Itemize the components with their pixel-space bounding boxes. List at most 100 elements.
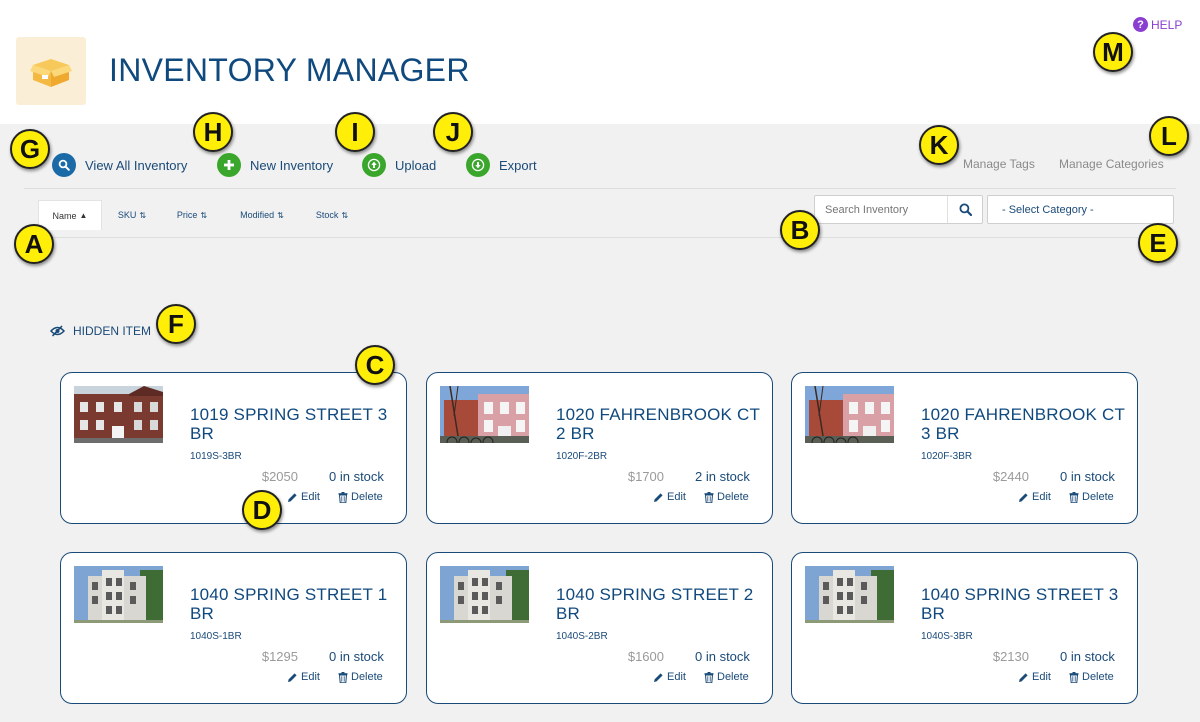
- property-photo[interactable]: [440, 386, 529, 443]
- card-stock: 0 in stock: [1060, 469, 1115, 484]
- callout-m: M: [1093, 32, 1133, 72]
- delete-label: Delete: [1082, 671, 1114, 683]
- edit-button[interactable]: Edit: [653, 491, 686, 503]
- search-box: [814, 195, 983, 224]
- sort-arrows-icon: ⇅: [200, 210, 208, 220]
- inventory-card[interactable]: 1020 FAHRENBROOK CT 2 BR 1020F-2BR $1700 2 …: [426, 372, 773, 524]
- delete-button[interactable]: Delete: [704, 671, 749, 683]
- callout-a: A: [14, 224, 54, 264]
- sort-tab-label: Price: [176, 210, 198, 220]
- inventory-card[interactable]: 1040 SPRING STREET 2 BR 1040S-2BR $1600 0 i…: [426, 552, 773, 704]
- sort-tab-stock[interactable]: Stock ⇅: [306, 200, 358, 230]
- card-title[interactable]: 1040 SPRING STREET 3 BR: [921, 585, 1126, 623]
- hidden-item-legend: HIDDEN ITEM: [50, 324, 151, 338]
- sort-tab-label: Modified: [240, 210, 275, 220]
- search-input[interactable]: [815, 196, 947, 223]
- help-icon: ?: [1133, 17, 1148, 32]
- card-title[interactable]: 1040 SPRING STREET 2 BR: [556, 585, 761, 623]
- category-select[interactable]: - Select Category -: [987, 195, 1174, 224]
- toolbar-divider: [24, 188, 1176, 189]
- search-icon: [52, 153, 76, 177]
- callout-j: J: [433, 112, 473, 152]
- export-button[interactable]: Export: [466, 153, 537, 177]
- card-stock: 2 in stock: [695, 469, 750, 484]
- edit-button[interactable]: Edit: [287, 671, 320, 683]
- sort-tab-label: Stock: [315, 210, 339, 220]
- edit-button[interactable]: Edit: [1018, 671, 1051, 683]
- card-sku: 1019S-3BR: [190, 451, 242, 462]
- callout-c: C: [355, 345, 395, 385]
- card-title[interactable]: 1040 SPRING STREET 1 BR: [190, 585, 395, 623]
- card-title[interactable]: 1019 SPRING STREET 3 BR: [190, 405, 395, 443]
- callout-k: K: [919, 125, 959, 165]
- sort-arrows-icon: ⇅: [277, 210, 284, 220]
- delete-button[interactable]: Delete: [704, 491, 749, 503]
- edit-label: Edit: [667, 491, 686, 503]
- delete-button[interactable]: Delete: [338, 671, 383, 683]
- edit-button[interactable]: Edit: [1018, 491, 1051, 503]
- edit-button[interactable]: Edit: [287, 491, 320, 503]
- pencil-icon: [654, 492, 663, 502]
- sort-asc-icon: ▲: [79, 211, 88, 220]
- card-price: $2050: [261, 469, 298, 484]
- callout-e: E: [1138, 223, 1178, 263]
- card-price: $1295: [261, 649, 298, 664]
- trash-icon: [1069, 491, 1079, 503]
- card-price: $1600: [627, 649, 664, 664]
- sort-tab-price[interactable]: Price ⇅: [168, 200, 216, 230]
- inventory-card[interactable]: 1019 SPRING STREET 3 BR 1019S-3BR $2050 0 i…: [60, 372, 407, 524]
- inventory-card[interactable]: 1040 SPRING STREET 3 BR 1040S-3BR $2130 0 i…: [791, 552, 1138, 704]
- upload-button[interactable]: Upload: [362, 153, 436, 177]
- trash-icon: [704, 671, 714, 683]
- search-button[interactable]: [947, 196, 982, 223]
- new-inventory-button[interactable]: New Inventory: [217, 153, 333, 177]
- upload-label: Upload: [395, 157, 437, 173]
- sort-tab-sku[interactable]: SKU ⇅: [108, 200, 156, 230]
- manage-tags-link[interactable]: Manage Tags: [963, 157, 1035, 171]
- delete-button[interactable]: Delete: [338, 491, 383, 503]
- card-title[interactable]: 1020 FAHRENBROOK CT 3 BR: [921, 405, 1126, 443]
- trash-icon: [1069, 671, 1079, 683]
- card-price: $2130: [992, 649, 1029, 664]
- card-sku: 1020F-2BR: [556, 451, 608, 462]
- delete-label: Delete: [1082, 491, 1114, 503]
- property-photo[interactable]: [74, 386, 163, 443]
- card-sku: 1040S-2BR: [556, 631, 608, 642]
- sort-bar-divider: [24, 237, 1176, 238]
- download-icon: [466, 153, 490, 177]
- help-link[interactable]: ? HELP: [1133, 17, 1182, 32]
- property-photo[interactable]: [74, 566, 163, 623]
- callout-f: F: [156, 304, 196, 344]
- hidden-item-label: HIDDEN ITEM: [73, 324, 151, 338]
- card-title[interactable]: 1020 FAHRENBROOK CT 2 BR: [556, 405, 761, 443]
- app-header: INVENTORY MANAGER ? HELP: [0, 0, 1200, 124]
- sort-tab-name[interactable]: Name ▲: [38, 200, 102, 230]
- pencil-icon: [1019, 672, 1028, 682]
- edit-label: Edit: [667, 671, 686, 683]
- view-all-inventory-label: View All Inventory: [85, 157, 188, 173]
- export-label: Export: [499, 157, 537, 173]
- help-label: HELP: [1151, 17, 1183, 32]
- property-photo[interactable]: [440, 566, 529, 623]
- delete-label: Delete: [717, 671, 749, 683]
- edit-button[interactable]: Edit: [653, 671, 686, 683]
- delete-button[interactable]: Delete: [1069, 491, 1114, 503]
- inventory-card[interactable]: 1020 FAHRENBROOK CT 3 BR 1020F-3BR $2440 0 …: [791, 372, 1138, 524]
- manage-categories-link[interactable]: Manage Categories: [1059, 157, 1164, 171]
- pencil-icon: [288, 672, 297, 682]
- card-sku: 1040S-1BR: [190, 631, 242, 642]
- edit-label: Edit: [301, 491, 320, 503]
- delete-button[interactable]: Delete: [1069, 671, 1114, 683]
- search-icon: [959, 203, 972, 216]
- card-stock: 0 in stock: [329, 469, 384, 484]
- sort-tab-modified[interactable]: Modified ⇅: [228, 200, 296, 230]
- delete-label: Delete: [717, 491, 749, 503]
- view-all-inventory-button[interactable]: View All Inventory: [52, 153, 187, 177]
- card-sku: 1020F-3BR: [921, 451, 973, 462]
- pencil-icon: [1019, 492, 1028, 502]
- card-price: $1700: [627, 469, 664, 484]
- property-photo[interactable]: [805, 566, 894, 623]
- property-photo[interactable]: [805, 386, 894, 443]
- trash-icon: [704, 491, 714, 503]
- inventory-card[interactable]: 1040 SPRING STREET 1 BR 1040S-1BR $1295 0 i…: [60, 552, 407, 704]
